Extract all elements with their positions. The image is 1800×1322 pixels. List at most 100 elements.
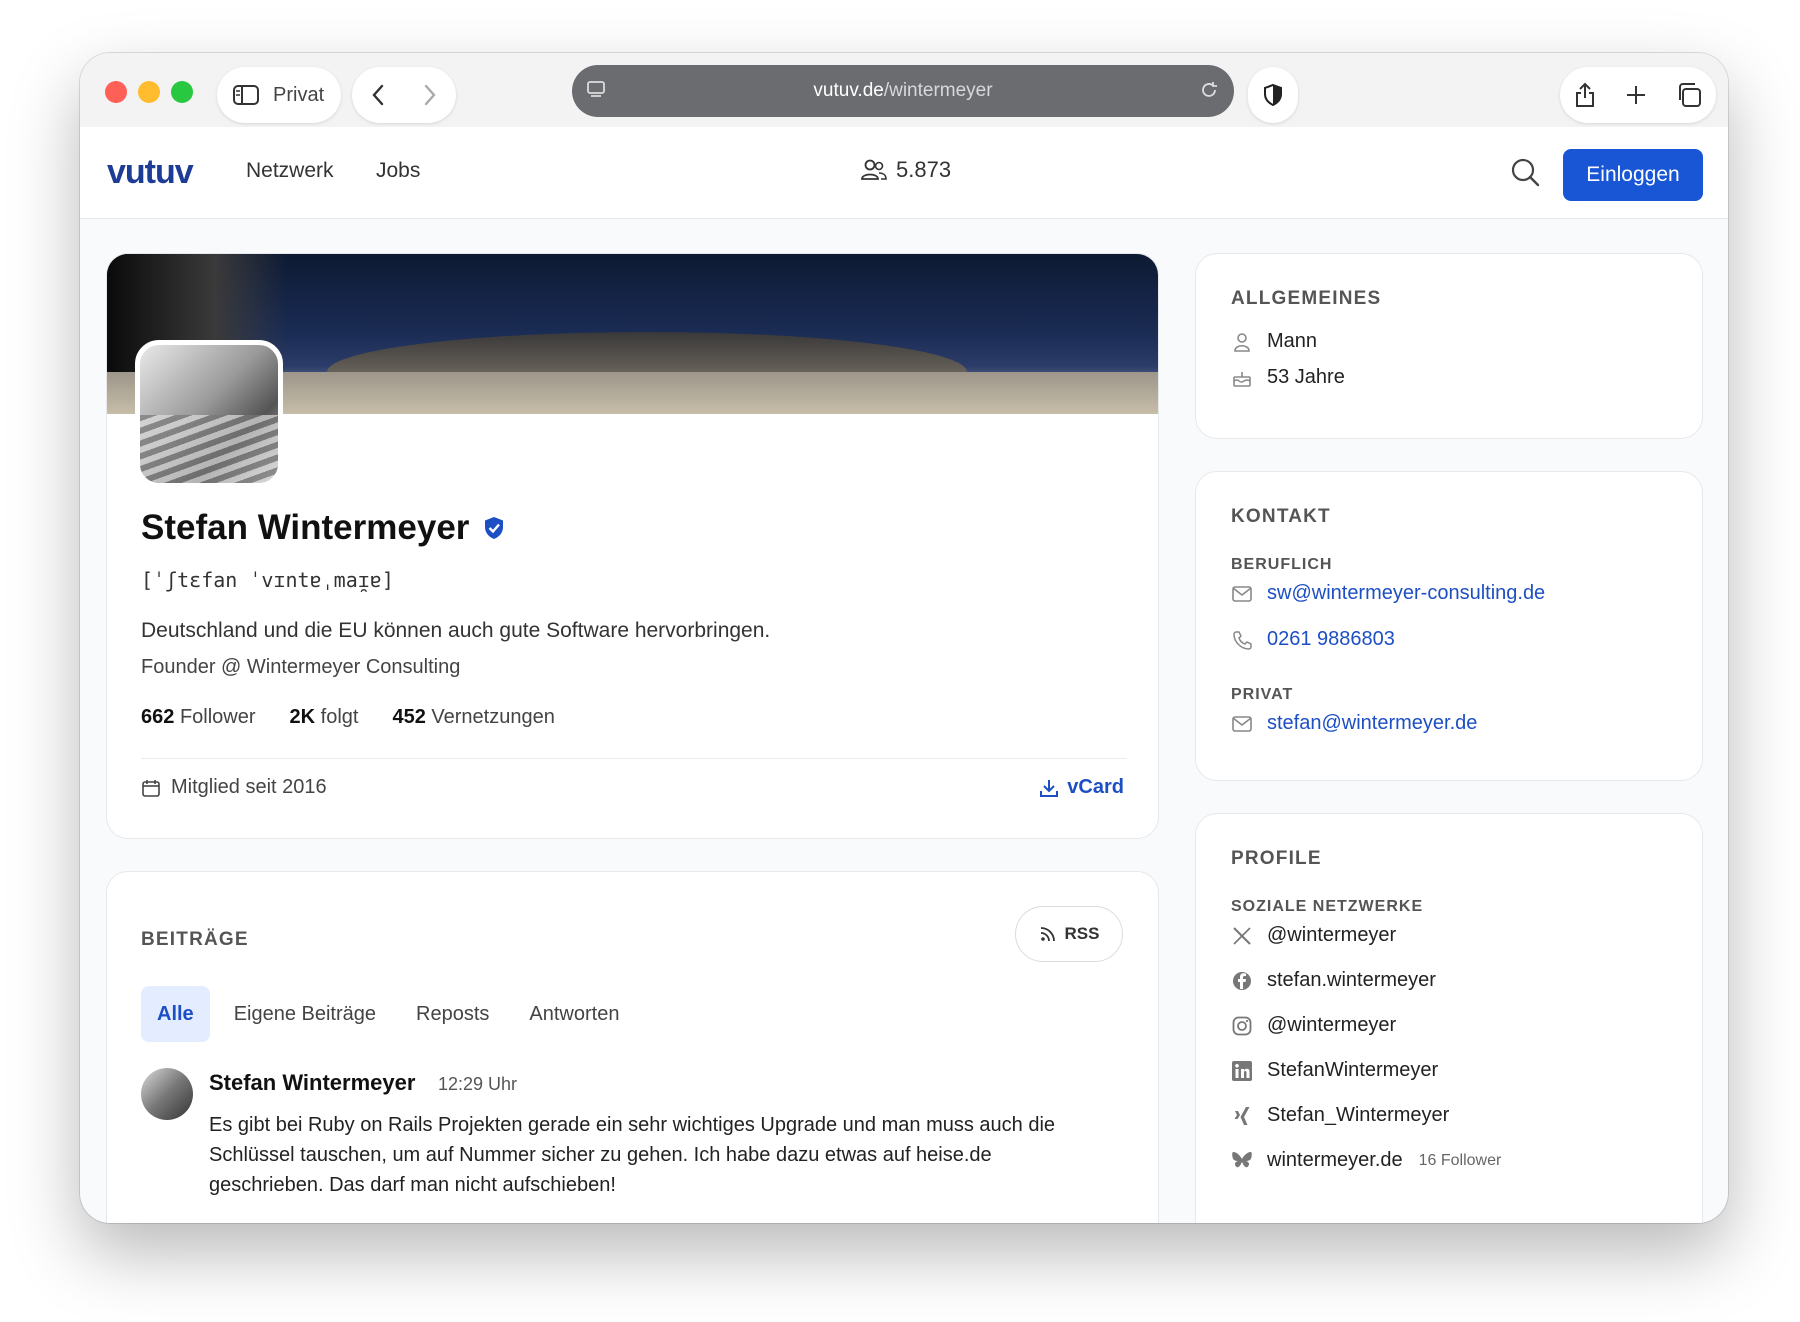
url-host: vutuv.de xyxy=(813,80,884,101)
user-count: 5.873 xyxy=(860,157,951,183)
divider xyxy=(141,758,1127,759)
profile-name-text: Stefan Wintermeyer xyxy=(141,508,470,547)
social-profile-xing[interactable]: Stefan_Wintermeyer xyxy=(1231,1104,1449,1127)
browser-actions xyxy=(1560,67,1716,123)
rss-icon xyxy=(1040,927,1055,942)
work-phone-row: 0261 9886803 xyxy=(1231,628,1395,651)
phone-icon xyxy=(1233,630,1252,650)
bluesky-icon xyxy=(1232,1151,1252,1167)
sidebar-icon xyxy=(233,85,259,105)
tab-overview-icon[interactable] xyxy=(1676,82,1702,108)
shield-icon xyxy=(1264,83,1282,107)
posts-tabs: Alle Eigene Beiträge Reposts Antworten xyxy=(141,986,635,1042)
reload-icon[interactable] xyxy=(1198,79,1220,101)
instagram-icon xyxy=(1232,1016,1252,1035)
work-contact-label: BERUFLICH xyxy=(1231,556,1333,573)
profile-stats: 662 Follower 2K folgt 452 Vernetzungen xyxy=(141,706,555,729)
site-logo[interactable]: vutuv xyxy=(107,153,194,192)
address-bar[interactable]: vutuv.de/wintermeyer xyxy=(572,65,1234,117)
following-stat[interactable]: 2K folgt xyxy=(290,706,359,729)
profile-bio: Deutschland und die EU können auch gute … xyxy=(141,619,771,642)
search-icon[interactable] xyxy=(1510,157,1540,187)
tab-reposts[interactable]: Reposts xyxy=(400,986,505,1042)
profile-headline: Founder @ Wintermeyer Consulting xyxy=(141,656,461,678)
post-author-avatar[interactable] xyxy=(141,1068,193,1120)
work-email-row: sw@wintermeyer-consulting.de xyxy=(1231,582,1545,605)
general-title: ALLGEMEINES xyxy=(1231,288,1382,309)
back-icon[interactable] xyxy=(371,84,385,106)
rss-button[interactable]: RSS xyxy=(1015,906,1123,962)
privacy-report-button[interactable] xyxy=(1248,67,1298,123)
private-tab-group-button[interactable]: Privat xyxy=(217,67,341,123)
member-since-text: Mitglied seit 2016 xyxy=(171,776,327,798)
bluesky-follower-count: 16 Follower xyxy=(1418,1151,1502,1169)
history-nav xyxy=(352,67,456,123)
zoom-window-button[interactable] xyxy=(171,81,193,103)
share-icon[interactable] xyxy=(1574,82,1596,108)
login-button[interactable]: Einloggen xyxy=(1563,149,1703,201)
social-handle: @wintermeyer xyxy=(1267,924,1397,946)
social-profile-x[interactable]: @wintermeyer xyxy=(1231,924,1396,947)
social-handle: Stefan_Wintermeyer xyxy=(1267,1104,1450,1126)
member-since: Mitglied seit 2016 xyxy=(141,776,327,799)
cake-icon xyxy=(1233,371,1251,387)
private-contact-label: PRIVAT xyxy=(1231,686,1294,703)
gender-row: Mann xyxy=(1231,330,1317,353)
calendar-icon xyxy=(142,779,160,797)
new-tab-icon[interactable] xyxy=(1625,84,1647,106)
person-icon xyxy=(1234,332,1250,352)
social-handle: stefan.wintermeyer xyxy=(1267,969,1436,991)
page-menu-icon[interactable] xyxy=(586,80,606,100)
verified-badge-icon xyxy=(485,517,504,539)
social-handle: wintermeyer.de xyxy=(1267,1149,1403,1171)
browser-window: Privat vutuv.de/wintermeyer vutuv Netzwe… xyxy=(80,53,1728,1223)
nav-jobs[interactable]: Jobs xyxy=(376,159,420,183)
social-handle: StefanWintermeyer xyxy=(1267,1059,1439,1081)
work-email-link[interactable]: sw@wintermeyer-consulting.de xyxy=(1267,582,1545,605)
xing-icon xyxy=(1234,1106,1250,1125)
phonetic-spelling: [ˈʃtɛfan ˈvɪntɐˌmaɪ̯ɐ] xyxy=(141,568,394,592)
private-label: Privat xyxy=(273,83,325,106)
posts-title: BEITRÄGE xyxy=(141,929,249,950)
followers-stat[interactable]: 662 Follower xyxy=(141,706,256,729)
nav-netzwerk[interactable]: Netzwerk xyxy=(246,159,334,183)
social-profile-facebook[interactable]: stefan.wintermeyer xyxy=(1231,969,1436,992)
vcard-label: vCard xyxy=(1067,776,1124,798)
url-path: /wintermeyer xyxy=(883,80,993,101)
forward-icon[interactable] xyxy=(423,84,437,106)
post-author-name[interactable]: Stefan Wintermeyer xyxy=(209,1070,415,1096)
user-count-value: 5.873 xyxy=(896,157,952,182)
work-phone-link[interactable]: 0261 9886803 xyxy=(1267,628,1395,651)
social-profile-linkedin[interactable]: StefanWintermeyer xyxy=(1231,1059,1438,1082)
age-row: 53 Jahre xyxy=(1231,366,1345,389)
site-header: vutuv Netzwerk Jobs 5.873 Einloggen xyxy=(80,127,1728,219)
social-profile-bluesky[interactable]: wintermeyer.de 16 Follower xyxy=(1231,1149,1501,1172)
tab-antworten[interactable]: Antworten xyxy=(513,986,635,1042)
download-icon xyxy=(1040,779,1059,797)
general-card: ALLGEMEINES Mann 53 Jahre xyxy=(1195,253,1703,439)
profile-card: Stefan Wintermeyer [ˈʃtɛfan ˈvɪntɐˌmaɪ̯ɐ… xyxy=(106,253,1159,839)
social-handle: @wintermeyer xyxy=(1267,1014,1397,1036)
mail-icon xyxy=(1232,585,1252,602)
post-text: Es gibt bei Ruby on Rails Projekten gera… xyxy=(209,1114,1056,1196)
connections-stat[interactable]: 452 Vernetzungen xyxy=(392,706,554,729)
post-timestamp[interactable]: 12:29 Uhr xyxy=(438,1074,517,1095)
minimize-window-button[interactable] xyxy=(138,81,160,103)
gender-value: Mann xyxy=(1267,330,1318,352)
mail-icon xyxy=(1232,715,1252,732)
profile-avatar[interactable] xyxy=(135,340,283,488)
x-icon xyxy=(1233,926,1251,945)
social-profiles-card: PROFILE SOZIALE NETZWERKE @wintermeyer s… xyxy=(1195,813,1703,1223)
browser-toolbar: Privat vutuv.de/wintermeyer xyxy=(80,53,1728,127)
age-value: 53 Jahre xyxy=(1267,366,1345,388)
contact-title: KONTAKT xyxy=(1231,506,1331,527)
tab-alle[interactable]: Alle xyxy=(141,986,210,1042)
vcard-download-link[interactable]: vCard xyxy=(1039,776,1124,799)
private-email-link[interactable]: stefan@wintermeyer.de xyxy=(1267,712,1477,735)
tab-eigene-beitraege[interactable]: Eigene Beiträge xyxy=(218,986,392,1042)
profiles-title: PROFILE xyxy=(1231,848,1322,869)
social-networks-label: SOZIALE NETZWERKE xyxy=(1231,898,1424,915)
social-profile-instagram[interactable]: @wintermeyer xyxy=(1231,1014,1396,1037)
close-window-button[interactable] xyxy=(105,81,127,103)
profile-name: Stefan Wintermeyer xyxy=(141,508,505,548)
